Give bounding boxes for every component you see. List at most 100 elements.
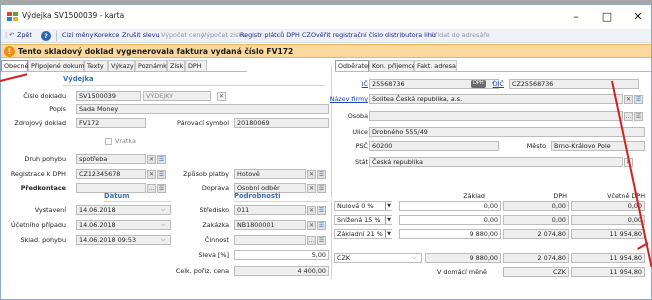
minimize-button[interactable]: –	[564, 8, 588, 26]
toolbar-item[interactable]: Zrušit slevu	[122, 31, 160, 39]
cislo-dokladu-field[interactable]: SV1500039	[76, 91, 141, 101]
clear-icon[interactable]: ✕	[217, 92, 226, 101]
nazev-firmy-field[interactable]: Solitea Česká republika, a.s.	[369, 94, 623, 104]
toolbar-item[interactable]: Registr plátců DPH CZ	[240, 31, 311, 39]
zpusob-platby-field[interactable]: Hotově	[234, 169, 306, 179]
tabs-baseline	[1, 71, 247, 72]
vat-dph-field[interactable]: 0,00	[503, 215, 569, 225]
vat-dph-field[interactable]: 2 074,80	[503, 229, 569, 239]
more-icon[interactable]: …	[307, 236, 316, 245]
clear-icon[interactable]: ✕	[307, 184, 316, 193]
chevron-down-icon[interactable]: ⌵	[161, 221, 166, 229]
stredisko-field[interactable]: 011	[234, 205, 306, 215]
label-nazev-firmy[interactable]: Název firmy	[330, 95, 368, 103]
clear-icon[interactable]: ✕	[147, 155, 156, 164]
list-icon[interactable]: ☰	[634, 95, 643, 104]
list-icon[interactable]: ☰	[317, 170, 326, 179]
dropdown-arrow-icon[interactable]: ▼	[385, 202, 392, 210]
dropdown-arrow-icon[interactable]: ▼	[385, 230, 392, 238]
back-arrow-icon[interactable]: ↶	[9, 31, 14, 39]
zakazka-field[interactable]: NB1800001	[234, 220, 306, 230]
clear-icon[interactable]: ✕	[147, 170, 156, 179]
list-icon[interactable]: ☰	[157, 155, 166, 164]
vat-zaklad-field[interactable]: 0,00	[399, 201, 501, 211]
label-ic[interactable]: IČ	[362, 80, 368, 88]
toolbar-separator	[56, 31, 57, 41]
tab-1[interactable]: Připojené dokumenty	[28, 60, 99, 71]
close-button[interactable]: ✕	[626, 8, 650, 26]
celk-poriz-cena-field[interactable]: 4 400,00	[234, 266, 329, 276]
back-button[interactable]: Zpět	[17, 31, 32, 39]
list-icon[interactable]: ☰	[634, 112, 643, 121]
dic-field[interactable]: CZ25568736	[509, 79, 639, 89]
tab-6[interactable]: DPH	[185, 60, 207, 71]
vat-zaklad-field[interactable]: 9 880,00	[399, 229, 501, 239]
druh-pohybu-field[interactable]: spotřeba	[76, 154, 146, 164]
ulice-field[interactable]: Drobného 555/49	[369, 127, 645, 137]
label-stredisko: Středisko	[199, 206, 229, 214]
sleva-field[interactable]: 5,00	[234, 250, 329, 260]
label-dic[interactable]: DIČ	[493, 80, 504, 88]
vratka-checkbox[interactable]	[105, 138, 112, 145]
more-icon[interactable]: …	[147, 184, 156, 193]
label-mesto: Město	[526, 142, 546, 150]
popis-field[interactable]: Sada Money	[76, 104, 329, 114]
osoba-field[interactable]	[369, 111, 623, 121]
clear-icon[interactable]: ✕	[624, 95, 633, 104]
toolbar-item[interactable]: Ověřit registrační číslo distributora li…	[311, 31, 436, 39]
parovaci-symbol-field[interactable]: 20180069	[234, 118, 329, 128]
vat-vcetne-field[interactable]: 0,00	[571, 201, 645, 211]
more-icon[interactable]: …	[624, 112, 633, 121]
vat-rate-select[interactable]: Snížená 15 %	[334, 215, 392, 225]
psc-field[interactable]: 60200	[369, 141, 499, 151]
tab-4[interactable]: Poznámka	[135, 60, 171, 71]
sklad-pohyb-date-field[interactable]: 14.06.2018 09:53	[76, 235, 171, 245]
list-icon[interactable]: ☰	[317, 236, 326, 245]
stat-field[interactable]: Česká republika	[369, 157, 623, 167]
registrace-dph-field[interactable]: CZ12345678	[76, 169, 146, 179]
clear-icon[interactable]: ✕	[307, 221, 316, 230]
clear-icon[interactable]: ✕	[307, 206, 316, 215]
tab-3[interactable]: Výkazy	[108, 60, 135, 71]
chevron-down-icon[interactable]: ⌵	[412, 254, 417, 262]
chevron-down-icon[interactable]: ⌵	[161, 236, 166, 244]
toolbar-item[interactable]: Cizí měny	[62, 31, 93, 39]
vat-zaklad-field[interactable]: 0,00	[399, 215, 501, 225]
help-icon[interactable]: ?	[41, 31, 51, 41]
vat-rate-select[interactable]: Základní 21 %	[334, 229, 392, 239]
list-icon[interactable]: ☰	[317, 221, 326, 230]
partner-tab-2[interactable]: Fakt. adresa	[414, 60, 457, 71]
vat-dph-field[interactable]: 0,00	[503, 201, 569, 211]
dropdown-arrow-icon[interactable]: ▼	[385, 216, 392, 224]
partner-tab-1[interactable]: Kon. příjemce	[369, 60, 416, 71]
toolbar-item[interactable]: Korekce	[94, 31, 119, 39]
list-icon[interactable]: ☰	[317, 206, 326, 215]
tab-5[interactable]: Zisk	[167, 60, 185, 71]
label-sleva: Sleva [%]	[198, 251, 229, 259]
doc-type-field[interactable]: VÝDEJKY	[143, 91, 211, 101]
total-vcetne[interactable]: 11 954,80	[571, 253, 645, 263]
tab-2[interactable]: Texty	[84, 60, 108, 71]
vat-rate-select[interactable]: Nulová 0 %	[334, 201, 392, 211]
list-icon[interactable]: ☰	[157, 170, 166, 179]
domestic-vcetne-field[interactable]: 11 954,80	[571, 267, 645, 277]
clear-icon[interactable]: ✕	[307, 170, 316, 179]
chevron-down-icon[interactable]: ⌵	[161, 206, 166, 214]
domestic-currency-field[interactable]: CZK	[503, 267, 569, 277]
vat-vcetne-field[interactable]: 0,00	[571, 215, 645, 225]
zdrojovy-doklad-field[interactable]: FV172	[76, 118, 146, 128]
currency-select[interactable]: CZK	[334, 253, 422, 263]
toolbar-item[interactable]: Přidat do adresáře	[431, 31, 490, 39]
maximize-button[interactable]: □	[595, 8, 619, 26]
list-icon[interactable]: ☰	[317, 184, 326, 193]
vystaveni-date-field[interactable]: 14.06.2018	[76, 205, 171, 215]
vat-vcetne-field[interactable]: 11 954,80	[571, 229, 645, 239]
total-zaklad[interactable]: 9 880,00	[425, 253, 501, 263]
list-icon[interactable]: ☰	[157, 184, 166, 193]
toolbar-item[interactable]: Výpočet ceny	[161, 31, 204, 39]
mesto-field[interactable]: Brno-Královo Pole	[551, 141, 645, 151]
cinnost-field[interactable]	[234, 235, 306, 245]
ucetni-pripad-date-field[interactable]: 14.06.2018	[76, 220, 171, 230]
total-dph[interactable]: 2 074,80	[503, 253, 569, 263]
label-zakazka: Zakázka	[202, 221, 229, 229]
